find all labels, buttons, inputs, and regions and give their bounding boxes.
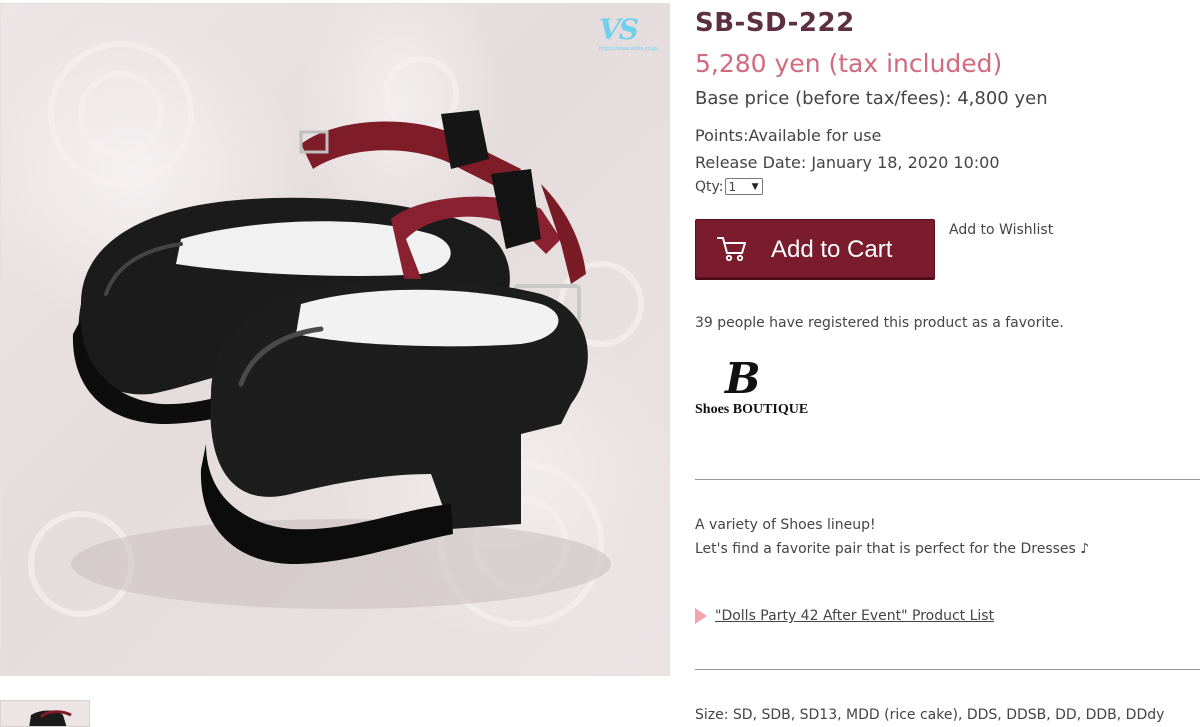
points-info: Points:Available for use (695, 126, 882, 145)
shopping-cart-icon (716, 235, 748, 267)
product-image[interactable]: VS https://www.volks.co.jp/ (0, 3, 670, 676)
add-to-cart-label: Add to Cart (771, 236, 893, 263)
release-date: Release Date: January 18, 2020 10:00 (695, 153, 1000, 172)
quantity-select[interactable]: 1 ▼ (724, 178, 763, 195)
quantity-label: Qty: (695, 178, 724, 195)
divider (695, 479, 1200, 480)
boutique-logo-letter: B (725, 354, 761, 403)
favorite-count: 39 people have registered this product a… (695, 315, 1064, 331)
description-line-2: Let's find a favorite pair that is perfe… (695, 541, 1090, 557)
quantity-value: 1 (728, 179, 737, 194)
size-compatibility: Size: SD, SDB, SD13, MDD (rice cake), DD… (695, 707, 1165, 723)
thumbnail-image (29, 710, 72, 726)
product-title: SB-SD-222 (695, 8, 855, 38)
chevron-down-icon: ▼ (751, 181, 759, 192)
triangle-right-icon (695, 608, 707, 624)
watermark-logo: VS https://www.volks.co.jp/ (599, 16, 661, 56)
shoes-boutique-logo[interactable]: B Shoes BOUTIQUE (695, 356, 825, 425)
watermark-glyph: VS (599, 13, 639, 46)
price-tax-included: 5,280 yen (tax included) (695, 49, 1003, 78)
add-to-cart-button[interactable]: Add to Cart (695, 219, 935, 278)
shoes-illustration (28, 41, 644, 627)
related-product-list-link[interactable]: "Dolls Party 42 After Event" Product Lis… (695, 608, 994, 624)
related-product-list-text[interactable]: "Dolls Party 42 After Event" Product Lis… (715, 608, 994, 624)
description-line-1: A variety of Shoes lineup! (695, 517, 876, 533)
divider (695, 669, 1200, 670)
watermark-url: https://www.volks.co.jp/ (599, 46, 659, 52)
boutique-logo-text: Shoes BOUTIQUE (695, 402, 809, 417)
base-price: Base price (before tax/fees): 4,800 yen (695, 88, 1048, 109)
add-to-wishlist-link[interactable]: Add to Wishlist (949, 222, 1053, 238)
quantity-row: Qty: 1 ▼ (695, 178, 763, 195)
product-thumbnail[interactable] (0, 700, 90, 727)
